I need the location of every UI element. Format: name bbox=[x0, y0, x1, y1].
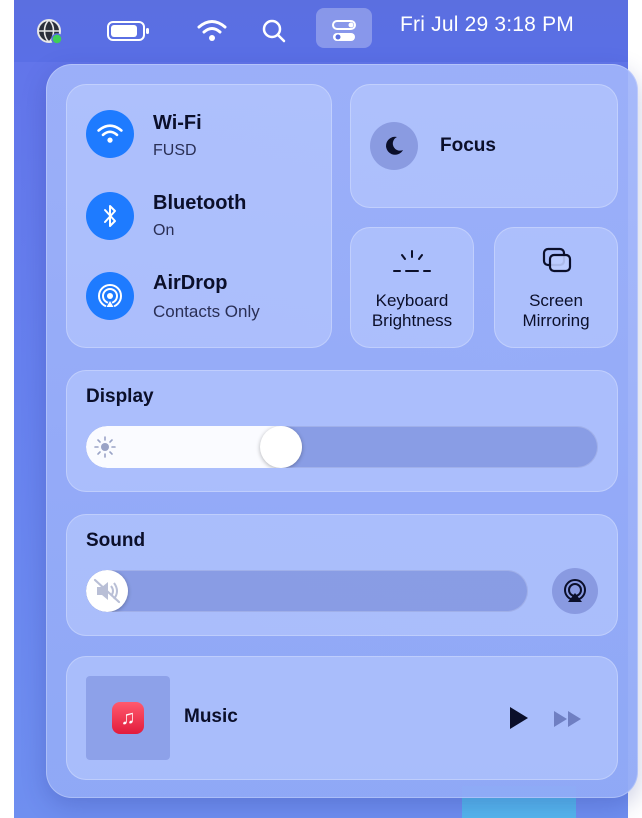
display-brightness-knob[interactable] bbox=[260, 426, 302, 468]
bluetooth-toggle-icon[interactable] bbox=[86, 192, 134, 240]
airplay-audio-icon bbox=[564, 579, 586, 602]
menu-bar: Fri Jul 29 3:18 PM bbox=[14, 0, 628, 62]
keyboard-brightness-line2: Brightness bbox=[371, 311, 453, 330]
focus-title: Focus bbox=[440, 135, 496, 156]
display-title: Display bbox=[86, 386, 154, 407]
focus-tile[interactable]: Focus bbox=[350, 84, 618, 208]
airplay-audio-button[interactable] bbox=[552, 568, 598, 614]
display-brightness-slider[interactable] bbox=[86, 426, 598, 468]
battery-icon[interactable] bbox=[104, 0, 154, 62]
now-playing-tile: ♫ Music bbox=[66, 656, 618, 780]
control-center-panel: Wi-Fi FUSD Bluetooth On AirDrop Contacts… bbox=[46, 64, 638, 798]
music-app-icon: ♫ bbox=[112, 702, 144, 734]
sound-volume-knob[interactable] bbox=[86, 570, 128, 612]
screen-mirroring-tile[interactable]: Screen Mirroring bbox=[494, 227, 618, 348]
screen-mirroring-label: Screen Mirroring bbox=[494, 291, 618, 331]
screen-mirroring-line1: Screen bbox=[529, 291, 583, 310]
menu-bar-clock[interactable]: Fri Jul 29 3:18 PM bbox=[400, 10, 574, 40]
wifi-network-name: FUSD bbox=[153, 142, 197, 159]
keyboard-brightness-tile[interactable]: Keyboard Brightness bbox=[350, 227, 474, 348]
airdrop-toggle-icon[interactable] bbox=[86, 272, 134, 320]
bluetooth-title: Bluetooth bbox=[153, 192, 247, 214]
keyboard-brightness-label: Keyboard Brightness bbox=[350, 291, 474, 331]
wifi-title: Wi-Fi bbox=[153, 112, 202, 134]
album-art[interactable]: ♫ bbox=[86, 676, 170, 760]
keyboard-brightness-line1: Keyboard bbox=[375, 291, 449, 310]
spotlight-search-icon[interactable] bbox=[254, 0, 294, 62]
moon-icon bbox=[370, 122, 418, 170]
next-track-button[interactable] bbox=[552, 708, 586, 735]
bluetooth-status: On bbox=[153, 222, 175, 239]
fast-forward-icon bbox=[554, 711, 581, 727]
sound-volume-slider[interactable] bbox=[86, 570, 528, 612]
display-tile: Display bbox=[66, 370, 618, 492]
wifi-toggle-icon[interactable] bbox=[86, 110, 134, 158]
connectivity-tile: Wi-Fi FUSD Bluetooth On AirDrop Contacts… bbox=[66, 84, 332, 348]
airdrop-status: Contacts Only bbox=[153, 302, 260, 321]
sun-icon bbox=[94, 436, 116, 463]
globe-status-icon[interactable] bbox=[32, 0, 66, 62]
airdrop-row[interactable]: AirDrop Contacts Only bbox=[66, 252, 332, 342]
control-center-icon[interactable] bbox=[324, 0, 364, 62]
now-playing-app[interactable]: Music bbox=[184, 706, 238, 728]
sound-title: Sound bbox=[86, 530, 146, 551]
screen-mirroring-line2: Mirroring bbox=[522, 311, 590, 330]
play-icon bbox=[510, 707, 528, 729]
muted-speaker-icon bbox=[93, 578, 121, 604]
bluetooth-row[interactable]: Bluetooth On bbox=[66, 172, 332, 252]
wifi-icon[interactable] bbox=[192, 0, 232, 62]
keyboard-brightness-icon bbox=[392, 247, 432, 282]
airdrop-title: AirDrop bbox=[153, 272, 228, 294]
play-button[interactable] bbox=[506, 704, 532, 737]
screen-mirroring-icon bbox=[540, 245, 574, 282]
sound-tile: Sound bbox=[66, 514, 618, 636]
wifi-row[interactable]: Wi-Fi FUSD bbox=[66, 84, 332, 172]
